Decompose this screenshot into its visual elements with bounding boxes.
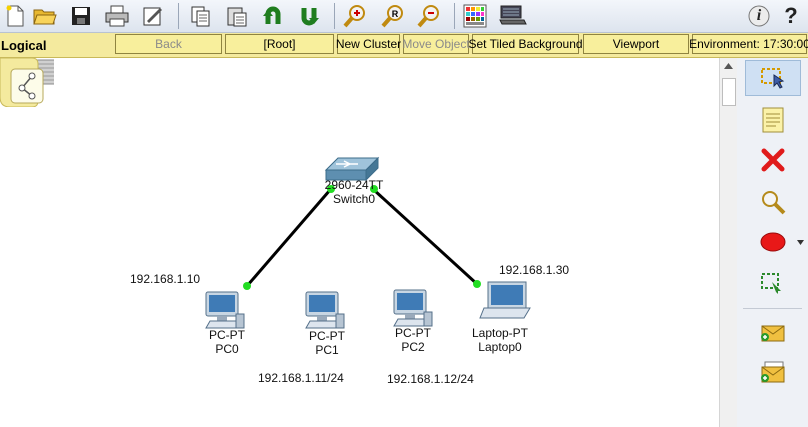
toolbar-separator xyxy=(454,3,455,29)
custom-palette-icon[interactable] xyxy=(462,3,488,29)
pc-icon[interactable] xyxy=(305,291,345,329)
pc2-label: PC-PT PC2 xyxy=(382,326,444,354)
logical-tab-panel[interactable] xyxy=(0,57,71,108)
zoom-out-icon[interactable] xyxy=(416,3,442,29)
pc-icon[interactable] xyxy=(393,289,433,327)
resize-shape-icon[interactable] xyxy=(745,266,801,302)
ip-note-laptop0[interactable]: 192.168.1.30 xyxy=(499,263,569,277)
help-icon[interactable]: ? xyxy=(778,3,804,29)
new-file-icon[interactable] xyxy=(2,3,28,29)
move-object-button[interactable]: Move Object xyxy=(402,34,470,54)
delete-icon[interactable] xyxy=(745,142,801,178)
logical-mode-label[interactable]: Logical xyxy=(1,38,47,53)
canvas-vertical-scrollbar[interactable] xyxy=(719,58,737,427)
inspect-icon[interactable] xyxy=(745,184,801,220)
shape-dropdown-icon[interactable] xyxy=(795,237,805,247)
zoom-in-icon[interactable] xyxy=(342,3,368,29)
info-glyph: i xyxy=(756,7,762,24)
add-complex-pdu-icon[interactable] xyxy=(745,354,801,390)
device-model: 2960-24TT xyxy=(324,178,384,192)
open-folder-icon[interactable] xyxy=(32,3,58,29)
switch-label: 2960-24TT Switch0 xyxy=(310,178,398,206)
topology-drawing xyxy=(205,156,531,329)
paste-icon[interactable] xyxy=(224,3,250,29)
pc-icon[interactable] xyxy=(205,291,245,329)
common-tools-panel xyxy=(737,58,808,427)
device-model: PC-PT xyxy=(209,328,245,342)
ip-note-pc0[interactable]: 192.168.1.10 xyxy=(130,272,200,286)
svg-text:R: R xyxy=(392,9,399,19)
print-icon[interactable] xyxy=(104,3,130,29)
device-name: PC0 xyxy=(215,342,239,356)
save-icon[interactable] xyxy=(68,3,94,29)
root-button[interactable]: [Root] xyxy=(225,34,334,54)
device-name: Laptop0 xyxy=(478,340,522,354)
add-simple-pdu-icon[interactable] xyxy=(745,314,801,350)
undo-icon[interactable] xyxy=(260,3,286,29)
pc0-label: PC-PT PC0 xyxy=(196,328,258,356)
scroll-thumb[interactable] xyxy=(722,78,736,106)
toolbar-separator xyxy=(334,3,335,29)
main-toolbar: R i ? xyxy=(0,0,808,33)
ip-note-pc2[interactable]: 192.168.1.12/24 xyxy=(387,372,474,386)
place-note-icon[interactable] xyxy=(745,102,801,138)
environment-button[interactable]: Environment: 17:30:00 xyxy=(689,34,808,54)
device-name: Switch0 xyxy=(332,192,376,206)
draw-ellipse-icon[interactable] xyxy=(745,224,801,260)
back-button[interactable]: Back xyxy=(115,34,222,54)
link-status-light xyxy=(243,282,251,290)
zoom-reset-icon[interactable]: R xyxy=(380,3,406,29)
link-status-light xyxy=(473,280,481,288)
redo-icon[interactable] xyxy=(296,3,322,29)
panel-separator xyxy=(743,308,802,309)
switch-icon[interactable] xyxy=(324,156,380,182)
viewport-button[interactable]: Viewport xyxy=(583,34,689,54)
pc1-label: PC-PT PC1 xyxy=(296,329,358,357)
logical-workspace-canvas[interactable]: 2960-24TT Switch0 PC-PT PC0 PC-PT PC1 PC… xyxy=(0,58,719,427)
new-cluster-button[interactable]: New Cluster xyxy=(336,34,401,54)
logical-workspace-bar: Logical Back [Root] New Cluster Move Obj… xyxy=(0,33,808,58)
set-tiled-background-button[interactable]: Set Tiled Background xyxy=(468,34,583,54)
select-tool-icon[interactable] xyxy=(745,60,801,96)
device-model: Laptop-PT xyxy=(471,326,529,340)
activity-wizard-icon[interactable] xyxy=(140,3,166,29)
laptop0-label: Laptop-PT Laptop0 xyxy=(464,326,536,354)
device-name: PC2 xyxy=(401,340,425,354)
copy-icon[interactable] xyxy=(188,3,214,29)
scroll-up-arrow-icon[interactable] xyxy=(720,58,737,74)
device-model: PC-PT xyxy=(395,326,431,340)
help-glyph: ? xyxy=(784,3,798,28)
custom-device-dialog-icon[interactable] xyxy=(498,3,528,29)
device-model: PC-PT xyxy=(309,329,345,343)
ip-note-pc1[interactable]: 192.168.1.11/24 xyxy=(258,371,344,385)
laptop-icon[interactable] xyxy=(479,281,531,319)
toolbar-separator xyxy=(178,3,179,29)
info-icon[interactable]: i xyxy=(746,3,772,29)
device-name: PC1 xyxy=(315,343,339,357)
